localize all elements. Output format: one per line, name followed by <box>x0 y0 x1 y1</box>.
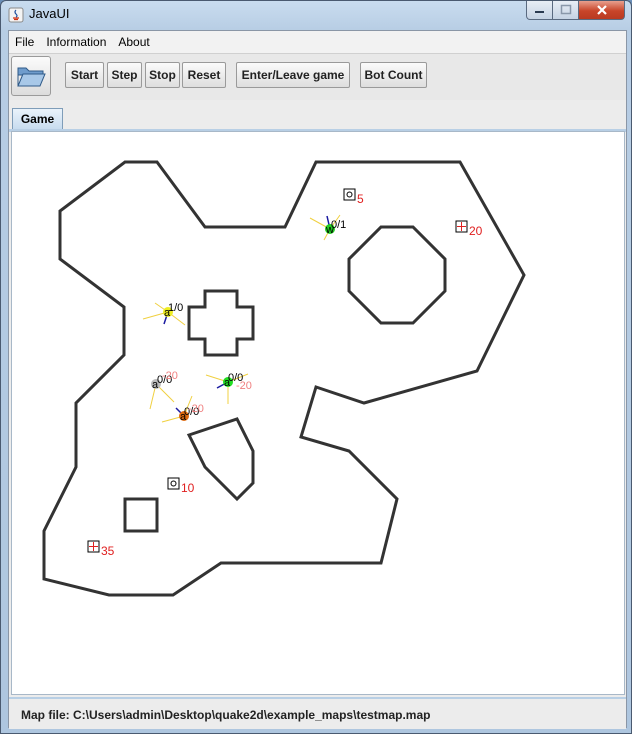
close-button[interactable] <box>579 1 625 20</box>
health-item-value: 20 <box>469 224 483 238</box>
bot-count-button[interactable]: Bot Count <box>360 62 427 88</box>
bot: a 0/0 -20 <box>205 372 252 404</box>
title-bar[interactable]: JavaUI <box>1 1 631 29</box>
menu-file[interactable]: File <box>9 31 40 53</box>
maximize-icon <box>560 4 571 15</box>
bot: a 0/0 -20 <box>149 370 178 410</box>
octagon-obstacle <box>347 225 447 325</box>
java-app-icon <box>8 7 24 23</box>
bot-score: 0/1 <box>331 219 346 231</box>
ammo-item-value: 5 <box>357 192 364 206</box>
maximize-button[interactable] <box>553 1 579 20</box>
folder-open-icon <box>17 67 46 87</box>
menu-about[interactable]: About <box>112 31 155 53</box>
bot-score: 1/0 <box>168 302 183 314</box>
square-obstacle <box>123 497 159 533</box>
open-map-button[interactable] <box>11 56 51 96</box>
bot-extra: -20 <box>236 380 252 392</box>
ammo-item-value: 10 <box>181 481 195 495</box>
minimize-button[interactable] <box>526 1 553 20</box>
menu-information[interactable]: Information <box>40 31 112 53</box>
stop-button[interactable]: Stop <box>145 62 180 88</box>
bot: w 0/1 <box>309 214 346 241</box>
status-bar: Map file: C:\Users\admin\Desktop\quake2d… <box>9 697 626 729</box>
map-outer-wall <box>42 160 526 597</box>
ammo-item: 10 <box>167 477 195 495</box>
reset-button[interactable]: Reset <box>182 62 226 88</box>
start-button[interactable]: Start <box>65 62 104 88</box>
menu-bar: File Information About <box>9 31 626 53</box>
app-window: JavaUI File Information About Start Step… <box>0 0 632 734</box>
ammo-item: 5 <box>343 188 364 206</box>
bot-extra: -20 <box>162 370 178 382</box>
pentagon-obstacle <box>186 417 255 502</box>
tab-game[interactable]: Game <box>12 108 63 129</box>
toolbar: Start Step Stop Reset Enter/Leave game B… <box>9 53 626 101</box>
game-map: 5 20 10 35 w 0/1 a 1/0 a 0/0 -20 a 0/0 -… <box>42 160 526 597</box>
bot: a 0/0 -20 <box>161 395 204 423</box>
enter-leave-game-button[interactable]: Enter/Leave game <box>236 62 350 88</box>
tab-strip: Game <box>9 100 626 132</box>
minimize-icon <box>534 11 544 13</box>
client-area: File Information About Start Step Stop R… <box>8 30 627 729</box>
cross-obstacle <box>187 289 255 357</box>
step-button[interactable]: Step <box>107 62 142 88</box>
health-item: 35 <box>87 540 115 558</box>
game-canvas[interactable]: 5 20 10 35 w 0/1 a 1/0 a 0/0 -20 a 0/0 -… <box>11 131 625 695</box>
window-title: JavaUI <box>29 6 70 21</box>
health-item: 20 <box>455 220 483 238</box>
map-file-status: Map file: C:\Users\admin\Desktop\quake2d… <box>21 708 431 722</box>
bot: a 1/0 <box>142 302 186 326</box>
health-item-value: 35 <box>101 544 115 558</box>
bot-extra: -20 <box>188 403 204 415</box>
close-icon <box>596 5 607 15</box>
